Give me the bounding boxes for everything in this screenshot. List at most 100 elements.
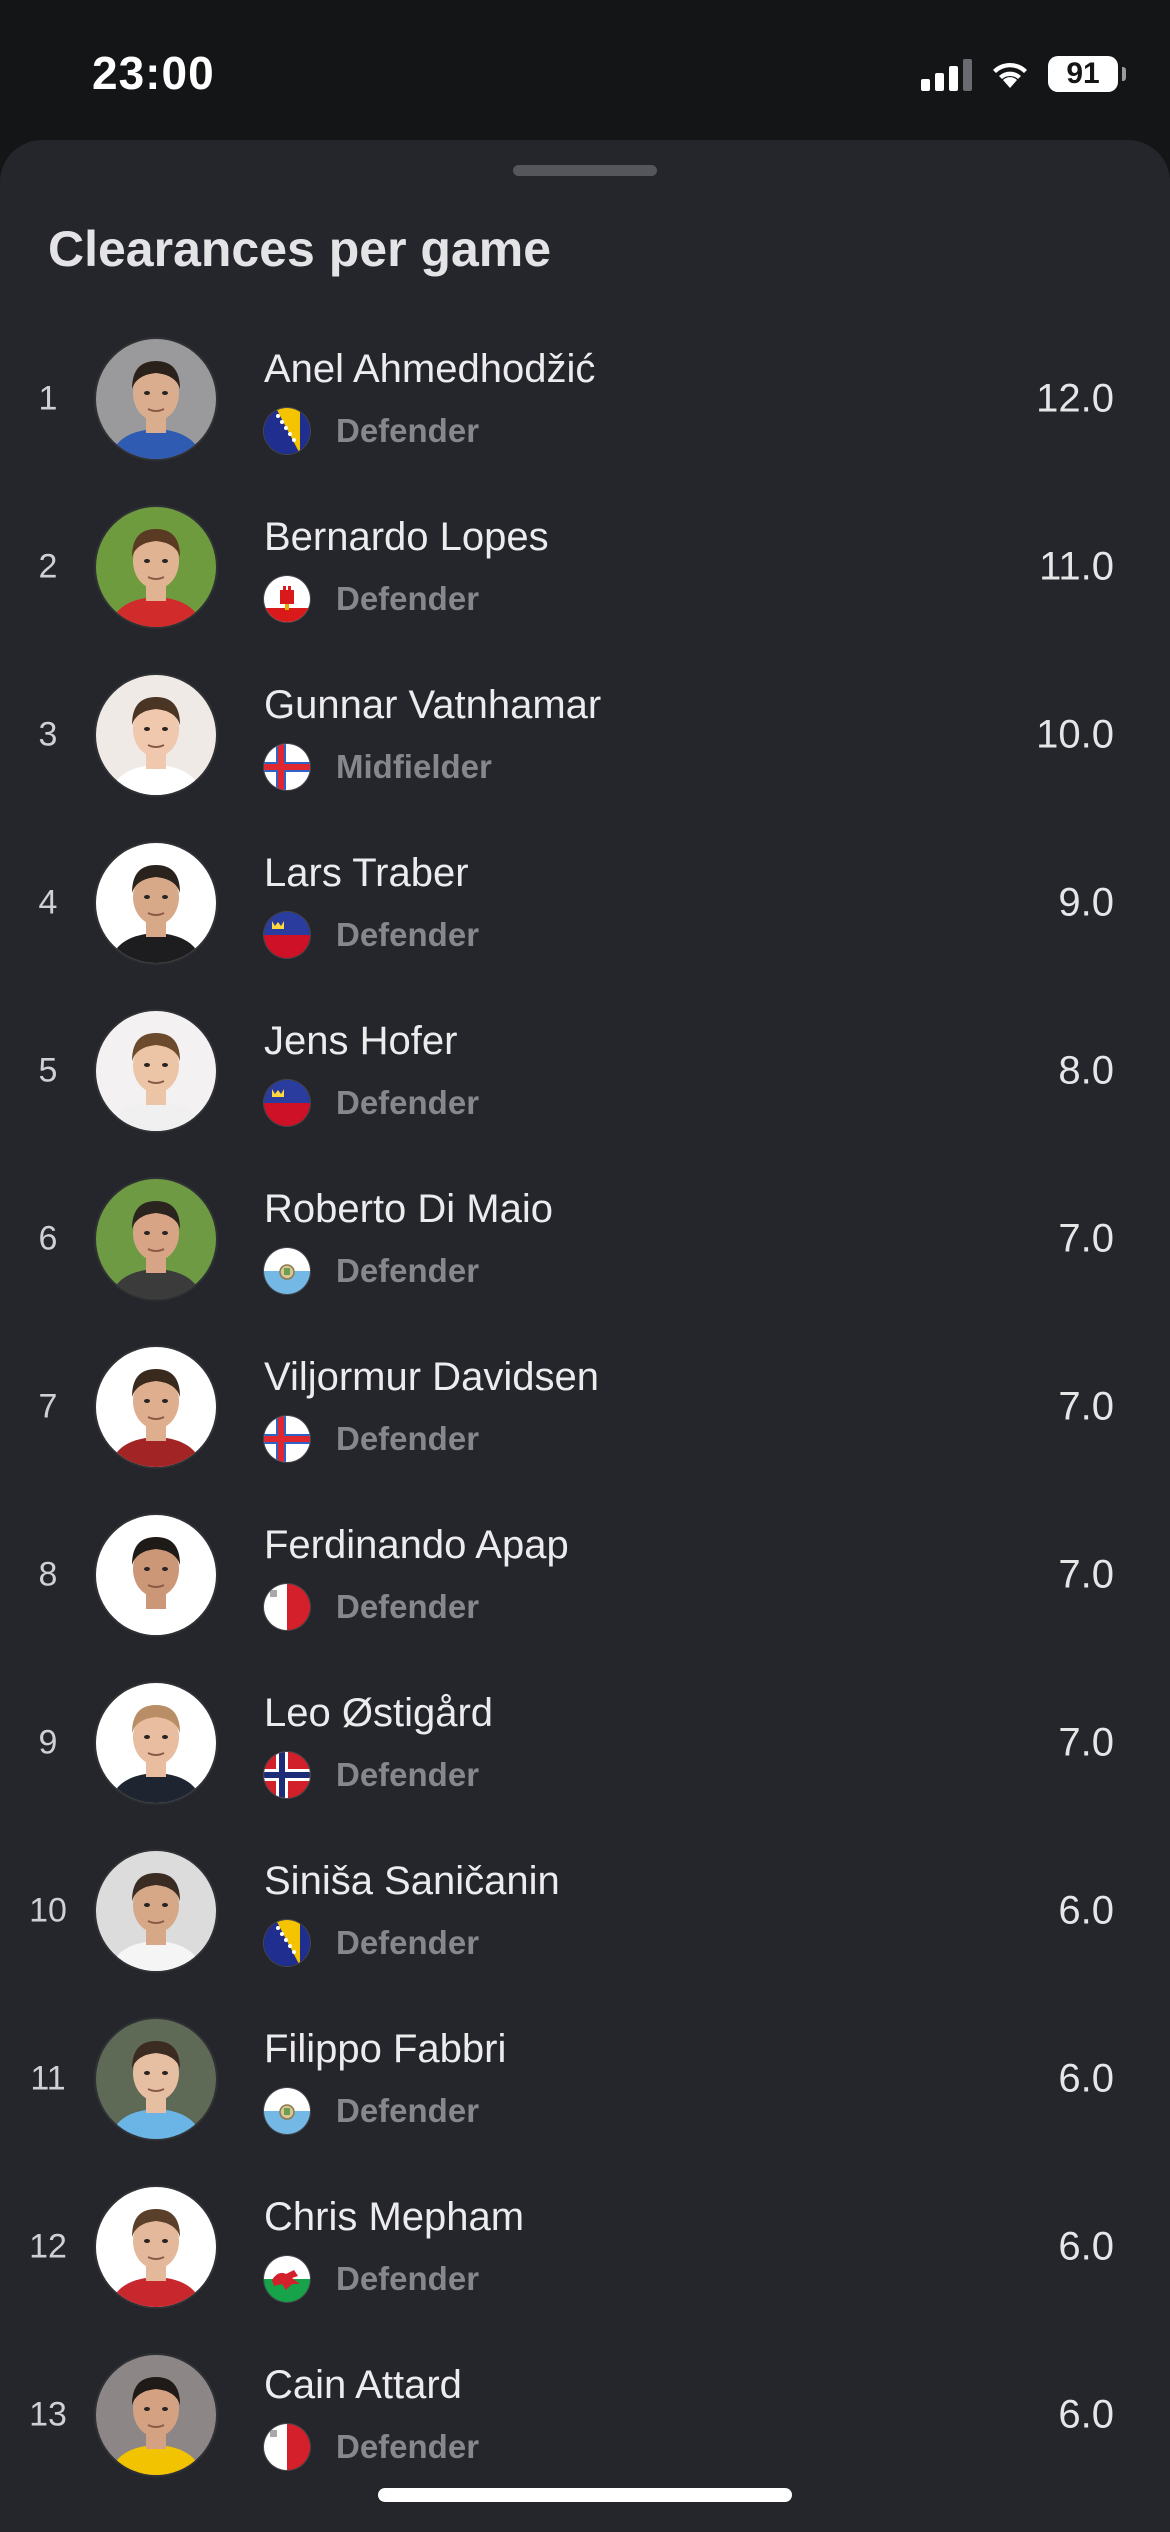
player-rank: 11 — [30, 2059, 66, 2098]
clearances-value: 6.0 — [1058, 2392, 1114, 2437]
player-meta: Defender — [264, 575, 479, 623]
player-position: Defender — [336, 2428, 480, 2465]
sanmarino-flag-icon — [264, 2088, 310, 2134]
player-position: Defender — [336, 1924, 480, 1961]
malta-flag-icon — [264, 2424, 310, 2470]
liechtenstein-flag-icon — [264, 912, 310, 958]
home-indicator[interactable] — [378, 2488, 792, 2502]
clearances-value: 7.0 — [1058, 1720, 1114, 1765]
player-position: Midfielder — [336, 748, 492, 785]
player-position: Defender — [336, 580, 480, 617]
player-name: Gunnar Vatnhamar — [264, 683, 602, 727]
player-meta: Defender — [264, 1247, 479, 1295]
sheet-grabber-handle[interactable] — [513, 165, 657, 176]
player-rank: 13 — [29, 2395, 67, 2434]
player-meta: Defender — [264, 1919, 479, 1967]
player-position: Defender — [336, 1756, 480, 1793]
player-name: Bernardo Lopes — [264, 515, 549, 559]
player-position: Defender — [336, 1420, 480, 1457]
norway-flag-icon — [264, 1752, 310, 1798]
player-meta: Defender — [264, 1079, 479, 1127]
player-avatar — [96, 675, 216, 795]
player-avatar — [96, 507, 216, 627]
clearances-value: 6.0 — [1058, 1888, 1114, 1933]
player-row[interactable]: 11 Filippo Fabbri Defender 6.0 — [0, 1995, 1170, 2163]
player-name: Lars Traber — [264, 851, 469, 895]
player-position: Defender — [336, 2260, 480, 2297]
player-meta: Defender — [264, 2423, 479, 2471]
player-row[interactable]: 1 Anel Ahmedhodžić Defender 12.0 — [0, 315, 1170, 483]
bosnia-flag-icon — [264, 1920, 310, 1966]
status-icons: 91 — [921, 50, 1126, 98]
status-bar: 23:00 91 — [0, 0, 1170, 140]
player-row[interactable]: 9 Leo Østigård Defender 7.0 — [0, 1659, 1170, 1827]
player-row[interactable]: 12 Chris Mepham Defender 6.0 — [0, 2163, 1170, 2331]
player-avatar — [96, 843, 216, 963]
player-row[interactable]: 8 Ferdinando Apap Defender 7.0 — [0, 1491, 1170, 1659]
player-meta: Defender — [264, 407, 479, 455]
player-avatar — [96, 1011, 216, 1131]
player-rank: 4 — [38, 883, 58, 922]
battery-icon: 91 — [1048, 56, 1126, 92]
bottom-sheet: Clearances per game 1 Anel Ahmedhodžić Def… — [0, 140, 1170, 2532]
player-avatar — [96, 1347, 216, 1467]
player-row[interactable]: 6 Roberto Di Maio Defender 7.0 — [0, 1155, 1170, 1323]
player-name: Viljormur Davidsen — [264, 1355, 599, 1399]
clearances-value: 12.0 — [1036, 376, 1114, 421]
player-rank: 8 — [38, 1555, 58, 1594]
player-position: Defender — [336, 916, 480, 953]
player-name: Jens Hofer — [264, 1019, 458, 1063]
player-avatar — [96, 2187, 216, 2307]
player-position: Defender — [336, 1252, 480, 1289]
player-rank: 6 — [38, 1219, 58, 1258]
gibraltar-flag-icon — [264, 576, 310, 622]
player-meta: Midfielder — [264, 743, 492, 791]
clearances-value: 10.0 — [1036, 712, 1114, 757]
player-name: Cain Attard — [264, 2363, 462, 2407]
player-meta: Defender — [264, 2255, 479, 2303]
clearances-value: 7.0 — [1058, 1384, 1114, 1429]
player-list: 1 Anel Ahmedhodžić Defender 12.0 2 Bernardo L… — [0, 315, 1170, 2499]
sheet-title: Clearances per game — [48, 221, 552, 277]
player-position: Defender — [336, 1588, 480, 1625]
faroe-flag-icon — [264, 744, 310, 790]
player-meta: Defender — [264, 911, 479, 959]
clearances-value: 6.0 — [1058, 2224, 1114, 2269]
player-avatar — [96, 339, 216, 459]
player-row[interactable]: 3 Gunnar Vatnhamar Midfielder 10.0 — [0, 651, 1170, 819]
cellular-signal-icon — [921, 57, 972, 91]
liechtenstein-flag-icon — [264, 1080, 310, 1126]
player-avatar — [96, 1515, 216, 1635]
player-position: Defender — [336, 412, 480, 449]
malta-flag-icon — [264, 1584, 310, 1630]
player-row[interactable]: 13 Cain Attard Defender 6.0 — [0, 2331, 1170, 2499]
wifi-icon — [990, 58, 1030, 90]
player-rank: 5 — [38, 1051, 58, 1090]
battery-level: 91 — [1066, 57, 1100, 90]
player-rank: 2 — [38, 547, 58, 586]
player-rank: 3 — [38, 715, 58, 754]
player-avatar — [96, 1683, 216, 1803]
player-name: Siniša Saničanin — [264, 1859, 560, 1903]
wales-flag-icon — [264, 2256, 310, 2302]
player-meta: Defender — [264, 2087, 479, 2135]
player-position: Defender — [336, 1084, 480, 1121]
player-position: Defender — [336, 2092, 480, 2129]
clearances-value: 9.0 — [1058, 880, 1114, 925]
player-row[interactable]: 4 Lars Traber Defender 9.0 — [0, 819, 1170, 987]
player-meta: Defender — [264, 1751, 479, 1799]
player-row[interactable]: 10 Siniša Saničanin Defender 6.0 — [0, 1827, 1170, 1995]
player-row[interactable]: 2 Bernardo Lopes Defender 11.0 — [0, 483, 1170, 651]
player-avatar — [96, 1179, 216, 1299]
player-name: Chris Mepham — [264, 2195, 525, 2239]
clearances-value: 11.0 — [1039, 544, 1114, 589]
sanmarino-flag-icon — [264, 1248, 310, 1294]
player-name: Leo Østigård — [264, 1691, 494, 1735]
player-row[interactable]: 5 Jens Hofer Defender 8.0 — [0, 987, 1170, 1155]
faroe-flag-icon — [264, 1416, 310, 1462]
player-avatar — [96, 2355, 216, 2475]
status-time: 23:00 — [92, 47, 215, 99]
clearances-value: 7.0 — [1058, 1552, 1114, 1597]
clearances-value: 6.0 — [1058, 2056, 1114, 2101]
player-row[interactable]: 7 Viljormur Davidsen Defender 7.0 — [0, 1323, 1170, 1491]
